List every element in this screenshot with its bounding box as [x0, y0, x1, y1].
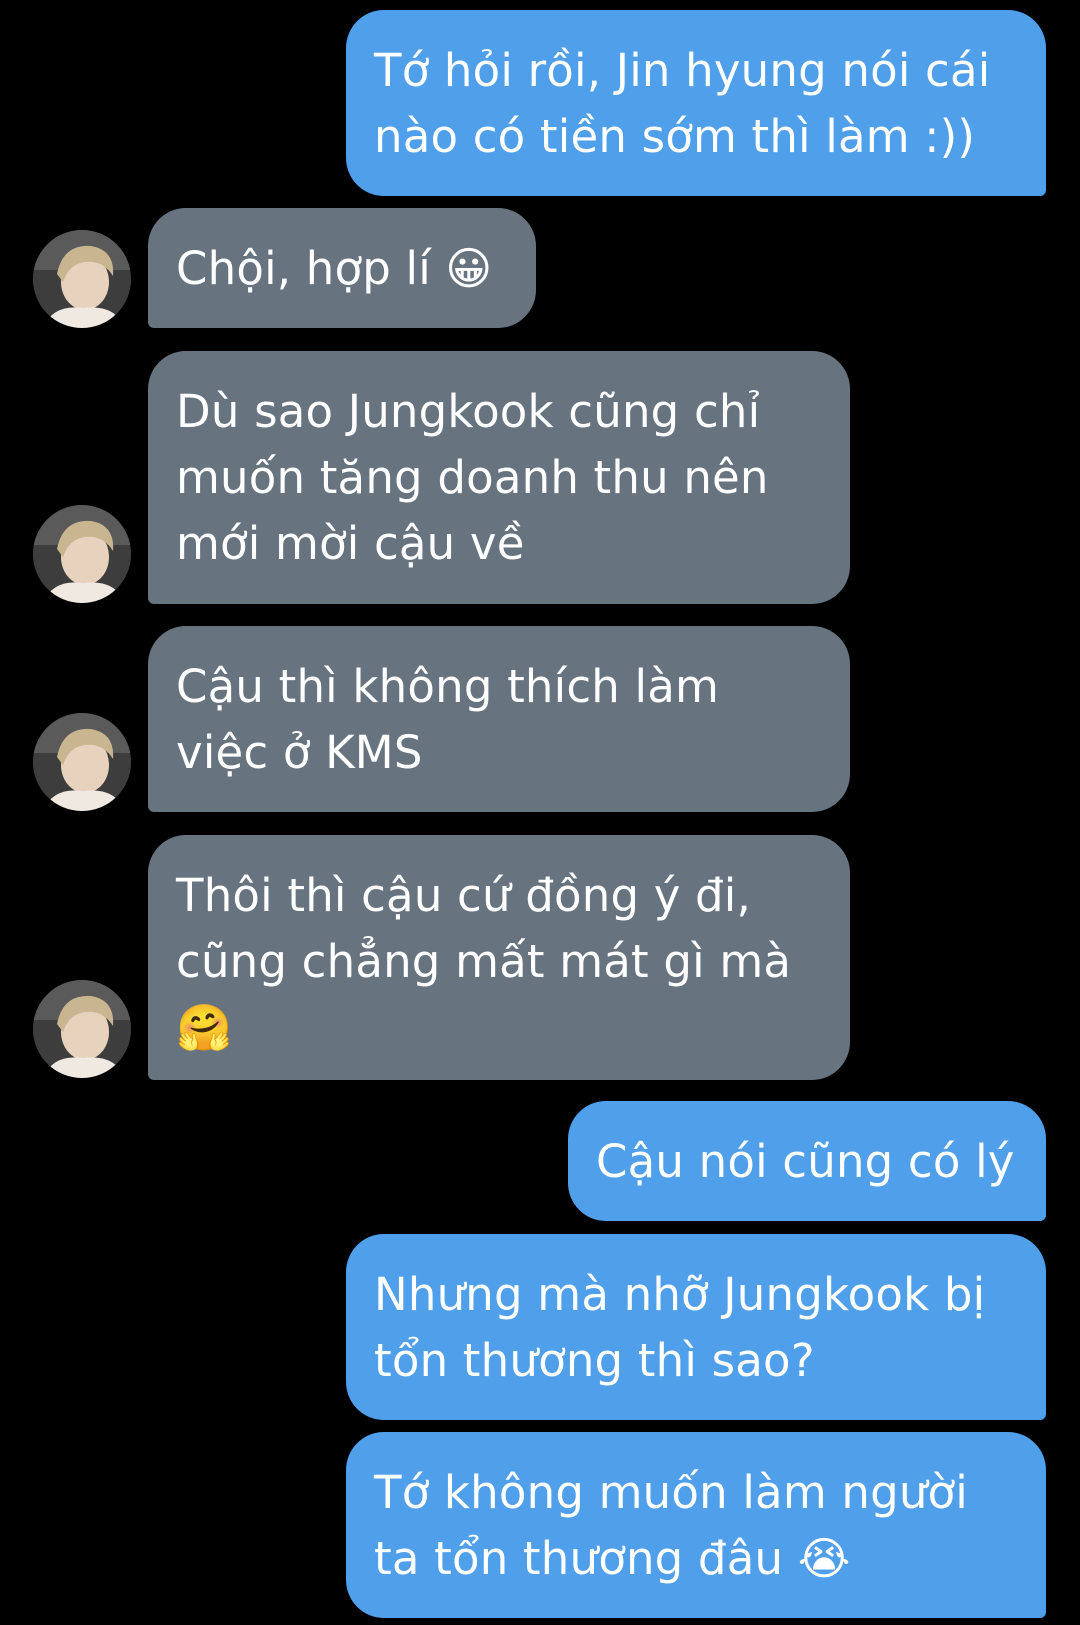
avatar-photo-icon [33, 505, 131, 603]
contact-avatar[interactable] [33, 230, 131, 328]
message-bubble-sent[interactable]: Tớ không muốn làm người ta tổn thương đâ… [346, 1432, 1046, 1618]
message-bubble-received[interactable]: Cậu thì không thích làm việc ở KMS [148, 626, 850, 812]
message-bubble-sent[interactable]: Cậu nói cũng có lý [568, 1101, 1046, 1221]
avatar-photo-icon [33, 713, 131, 811]
chat-thread: Tớ hỏi rồi, Jin hyung nói cái nào có tiề… [0, 0, 1080, 1625]
message-bubble-received[interactable]: Thôi thì cậu cứ đồng ý đi, cũng chẳng mấ… [148, 835, 850, 1080]
message-bubble-sent[interactable]: Nhưng mà nhỡ Jungkook bị tổn thương thì … [346, 1234, 1046, 1420]
avatar-photo-icon [33, 980, 131, 1078]
avatar-photo-icon [33, 230, 131, 328]
message-bubble-sent[interactable]: Tớ hỏi rồi, Jin hyung nói cái nào có tiề… [346, 10, 1046, 196]
contact-avatar[interactable] [33, 505, 131, 603]
contact-avatar[interactable] [33, 980, 131, 1078]
message-bubble-received[interactable]: Chội, hợp lí 😀 [148, 208, 536, 328]
message-bubble-received[interactable]: Dù sao Jungkook cũng chỉ muốn tăng doanh… [148, 351, 850, 604]
contact-avatar[interactable] [33, 713, 131, 811]
